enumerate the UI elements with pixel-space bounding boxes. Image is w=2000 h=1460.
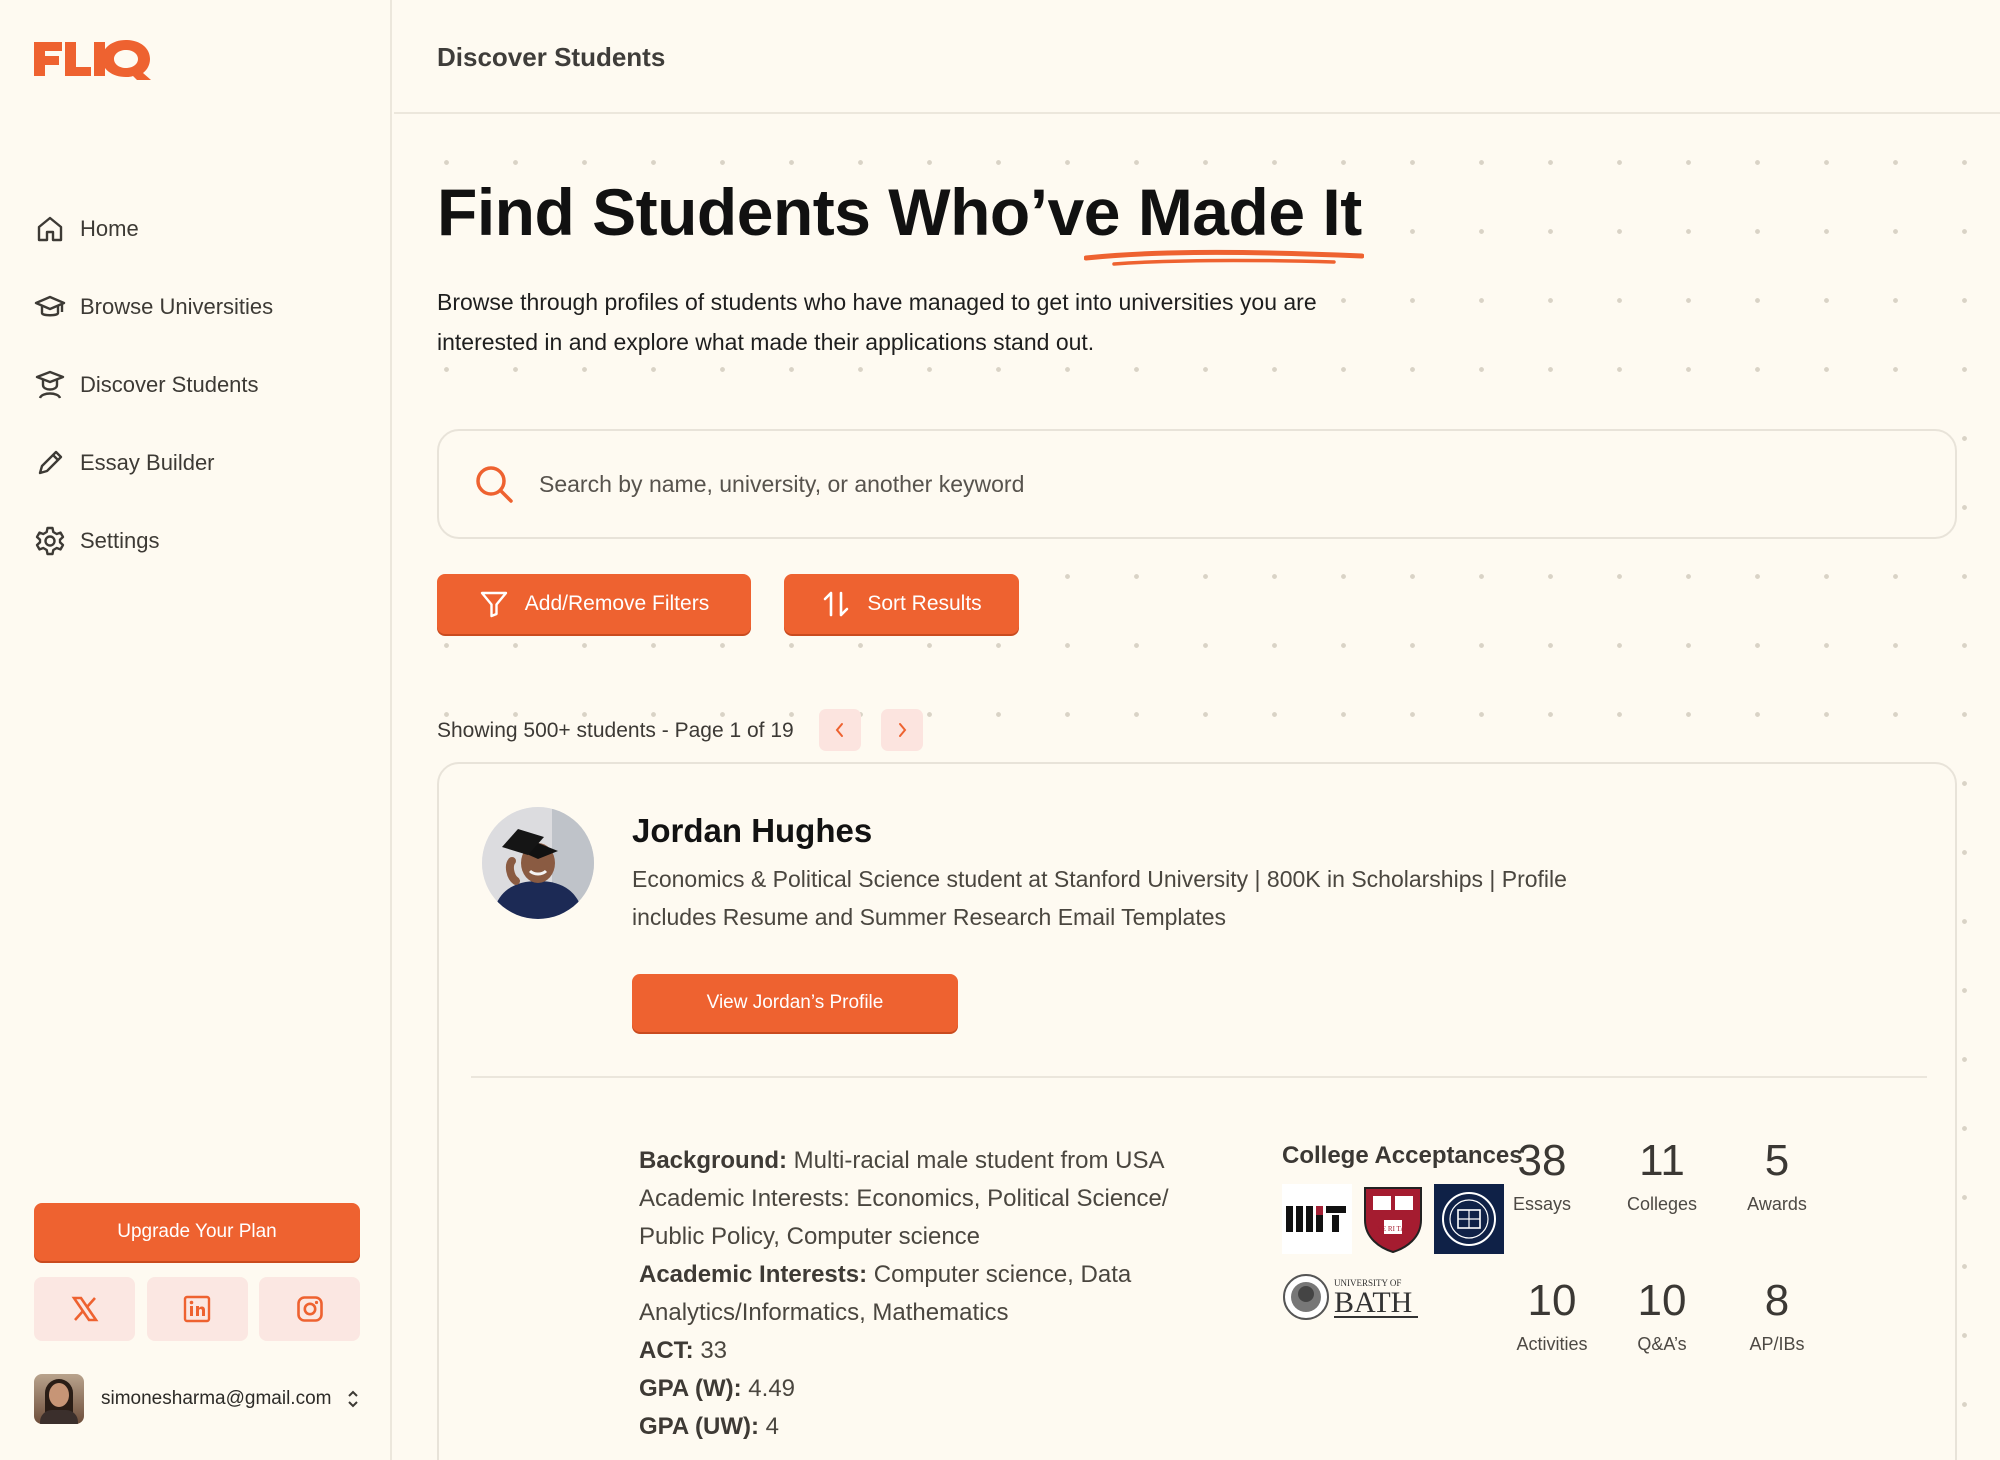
pencil-icon [38,450,63,475]
hero-subtitle: Browse through profiles of students who … [437,282,1337,362]
social-links [34,1277,360,1341]
sidebar-item-label: Home [80,216,139,241]
highlight-underline [1084,249,1364,266]
add-remove-filters-button[interactable]: Add/Remove Filters [437,574,751,634]
gpa-w-label: GPA (W): [639,1375,742,1402]
hero-title-part1: Find Students Who’ve [437,175,1138,249]
student-icon [35,370,65,399]
stat-colleges: 11 Colleges [1602,1136,1722,1215]
gear-icon [35,526,65,556]
search-icon [476,466,513,503]
stat-value: 8 [1764,1276,1790,1325]
student-name: Jordan Hughes [632,812,873,849]
act-value: 33 [693,1337,728,1364]
user-email: simonesharma@gmail.com [101,1388,332,1409]
stat-label: Awards [1747,1194,1807,1214]
search-bar[interactable] [437,429,1957,539]
filters-label: Add/Remove Filters [524,592,710,615]
harvard-logo: VE RI TAS [1364,1187,1422,1254]
previous-page-button[interactable] [819,709,861,751]
student-photo [482,807,594,919]
sidebar: Home Browse Universities Discover Studen… [0,0,392,1460]
results-count: Showing 500+ students - Page 1 of 19 [437,719,800,743]
gpa-uw-label: GPA (UW): [639,1413,759,1440]
hero-title: Find Students Who’ve Made It [437,174,1362,250]
student-description: Economics & Political Science student at… [632,866,1567,930]
interests-row: Academic Interests: Computer science, Da… [639,1256,1199,1332]
stat-value: 38 [1517,1136,1567,1185]
sidebar-item-settings[interactable]: Settings [34,502,364,580]
gpa-uw-value: 4 [758,1413,779,1440]
sidebar-item-discover-students[interactable]: Discover Students [34,346,364,424]
chevron-left-icon [835,723,843,737]
sidebar-item-label: Discover Students [80,372,259,397]
sidebar-item-label: Essay Builder [80,450,215,475]
stat-ap-ibs: 8 AP/IBs [1717,1276,1837,1355]
mit-logo: MIT [1282,1184,1352,1254]
x-icon [71,1296,98,1322]
linkedin-link[interactable] [146,1277,248,1341]
top-bar: Discover Students [394,0,2000,114]
sort-results-button[interactable]: Sort Results [784,574,1019,634]
gpa-w-row: GPA (W): 4.49 [639,1370,1199,1408]
stat-value: 11 [1639,1136,1685,1185]
svg-text:UNIVERSITY OF OXFORD: UNIVERSITY OF OXFORD [1469,1251,1494,1253]
stat-qas: 10 Q&A’s [1602,1276,1722,1355]
instagram-link[interactable] [259,1277,360,1341]
home-icon [37,216,63,242]
sidebar-item-label: Browse Universities [80,294,274,319]
student-details: Background: Multi-racial male student fr… [639,1142,1199,1446]
stat-value: 5 [1764,1136,1790,1185]
instagram-icon [296,1296,323,1322]
gpa-w-value: 4.49 [741,1375,796,1402]
act-label: ACT: [639,1337,694,1364]
view-profile-button[interactable]: View Jordan’s Profile [632,974,958,1032]
stat-label: Colleges [1626,1194,1698,1214]
svg-text:BATH: BATH [1334,1286,1412,1319]
svg-text:VE RI TAS: VE RI TAS [1377,1225,1409,1233]
sidebar-item-browse-universities[interactable]: Browse Universities [34,268,364,346]
fliq-logo[interactable] [34,38,169,80]
stat-activities: 10 Activities [1492,1276,1612,1355]
x-link[interactable] [34,1277,135,1341]
chevron-up-down-icon [348,1390,359,1408]
stat-label: AP/IBs [1749,1334,1805,1354]
stat-label: Q&A’s [1637,1334,1687,1354]
sidebar-item-home[interactable]: Home [34,190,364,268]
stat-label: Essays [1512,1194,1572,1214]
student-card: Jordan Hughes Economics & Political Scie… [437,762,1957,1460]
stat-value: 10 [1527,1276,1577,1325]
hero-title-highlight: Made It [1137,175,1362,249]
background-row: Background: Multi-racial male student fr… [639,1142,1199,1256]
search-input[interactable] [539,470,1955,498]
page-title: Discover Students [437,42,666,72]
chevron-right-icon [899,723,907,737]
stat-value: 10 [1637,1276,1687,1325]
upgrade-plan-button[interactable]: Upgrade Your Plan [34,1203,360,1261]
stat-essays: 38 Essays [1482,1136,1602,1215]
account-switcher[interactable]: simonesharma@gmail.com [34,1373,364,1425]
sort-icon [824,591,849,617]
act-row: ACT: 33 [639,1332,1199,1370]
main-content: Find Students Who’ve Made It Browse thro… [394,116,2000,1460]
sidebar-item-label: Settings [80,528,160,553]
sidebar-nav: Home Browse Universities Discover Studen… [34,190,364,580]
filter-icon [480,591,507,618]
avatar [34,1374,84,1424]
divider [471,1076,1927,1078]
stat-awards: 5 Awards [1717,1136,1837,1215]
sidebar-item-essay-builder[interactable]: Essay Builder [34,424,364,502]
next-page-button[interactable] [881,709,923,751]
sort-label: Sort Results [867,592,982,615]
gpa-uw-row: GPA (UW): 4 [639,1408,1199,1446]
graduation-cap-icon [34,295,66,317]
background-label: Background: [639,1147,788,1174]
bath-logo: UNIVERSITY OF BATH [1283,1274,1418,1320]
linkedin-icon [183,1295,211,1323]
stat-label: Activities [1516,1334,1588,1354]
interests-label: Academic Interests: [639,1261,868,1288]
